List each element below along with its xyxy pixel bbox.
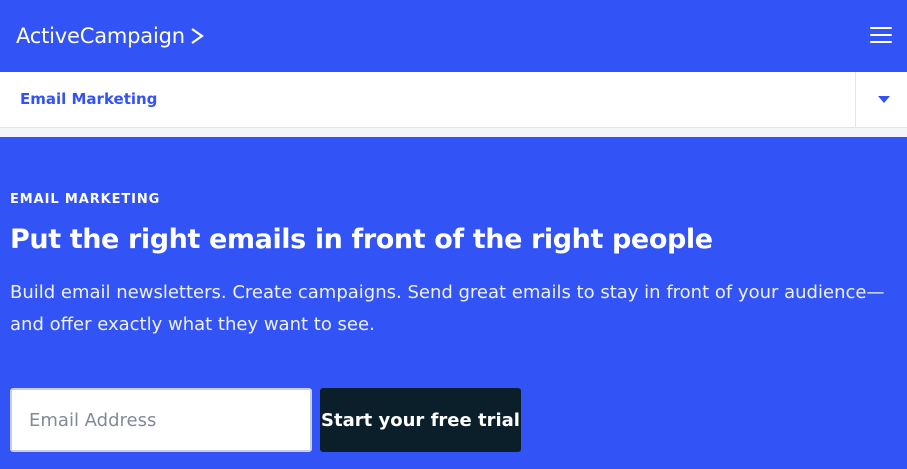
top-navigation-bar: ActiveCampaign (0, 0, 907, 72)
caret-down-icon[interactable] (878, 96, 890, 104)
email-address-input[interactable] (10, 388, 312, 452)
hero-eyebrow: EMAIL MARKETING (10, 192, 161, 207)
logo-text: ActiveCampaign (16, 24, 185, 48)
hero-description: Build email newsletters. Create campaign… (10, 282, 885, 335)
chevron-right-icon (191, 28, 204, 44)
start-free-trial-button[interactable]: Start your free trial (320, 388, 521, 452)
section-subnav: Email Marketing (0, 72, 907, 128)
activecampaign-logo[interactable]: ActiveCampaign (16, 20, 204, 52)
hero-section: EMAIL MARKETING Put the right emails in … (0, 137, 907, 469)
subnav-email-marketing-link[interactable]: Email Marketing (20, 90, 157, 108)
hamburger-menu-icon[interactable] (870, 24, 892, 46)
subnav-divider (855, 72, 856, 128)
section-spacer (0, 128, 907, 137)
hero-headline: Put the right emails in front of the rig… (10, 224, 713, 255)
